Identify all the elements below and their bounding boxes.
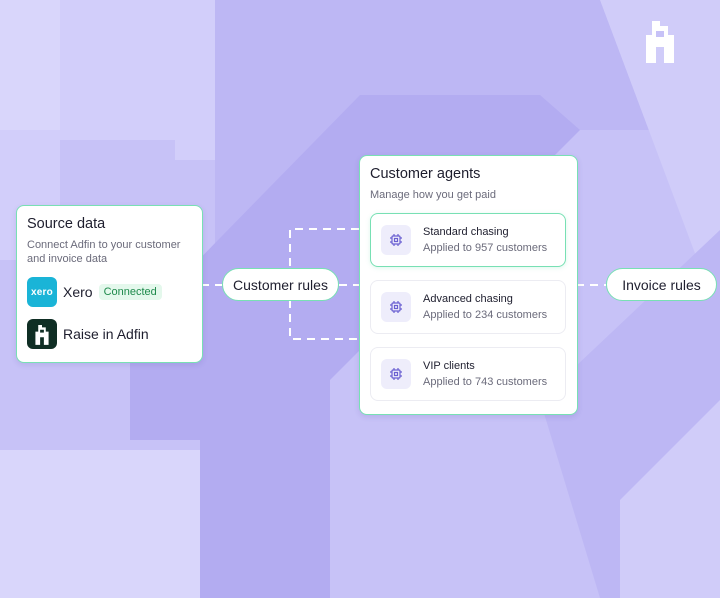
source-raise-in-adfin[interactable]: Raise in Adfin [27, 318, 192, 350]
customer-rules-pill[interactable]: Customer rules [222, 268, 339, 301]
chip-icon [381, 225, 411, 255]
connected-badge: Connected [98, 284, 162, 300]
source-name: Xero [63, 284, 93, 300]
xero-icon: xero [27, 277, 57, 307]
adfin-icon [27, 319, 57, 349]
customer-agents-title: Customer agents [370, 166, 481, 182]
agent-description: Applied to 234 customers [423, 309, 548, 321]
source-data-card: Source data Connect Adfin to your custom… [16, 205, 203, 363]
adfin-logo [646, 21, 674, 63]
agent-advanced-chasing[interactable]: Advanced chasing Applied to 234 customer… [370, 280, 566, 334]
agent-vip-clients[interactable]: VIP clients Applied to 743 customers [370, 347, 566, 401]
source-xero[interactable]: xero Xero Connected [27, 276, 192, 308]
chip-icon [381, 359, 411, 389]
agent-name: Standard chasing [423, 226, 509, 238]
agent-standard-chasing[interactable]: Standard chasing Applied to 957 customer… [370, 213, 566, 267]
agent-description: Applied to 957 customers [423, 242, 548, 254]
source-data-title: Source data [27, 216, 106, 232]
customer-agents-card: Customer agents Manage how you get paid … [359, 155, 578, 415]
customer-agents-subtitle: Manage how you get paid [370, 189, 496, 201]
source-name: Raise in Adfin [63, 326, 149, 342]
agent-name: VIP clients [423, 360, 475, 372]
chip-icon [381, 292, 411, 322]
agent-description: Applied to 743 customers [423, 376, 548, 388]
invoice-rules-pill[interactable]: Invoice rules [606, 268, 717, 301]
agent-name: Advanced chasing [423, 293, 513, 305]
source-data-subtitle: Connect Adfin to your customer and invoi… [27, 239, 181, 265]
